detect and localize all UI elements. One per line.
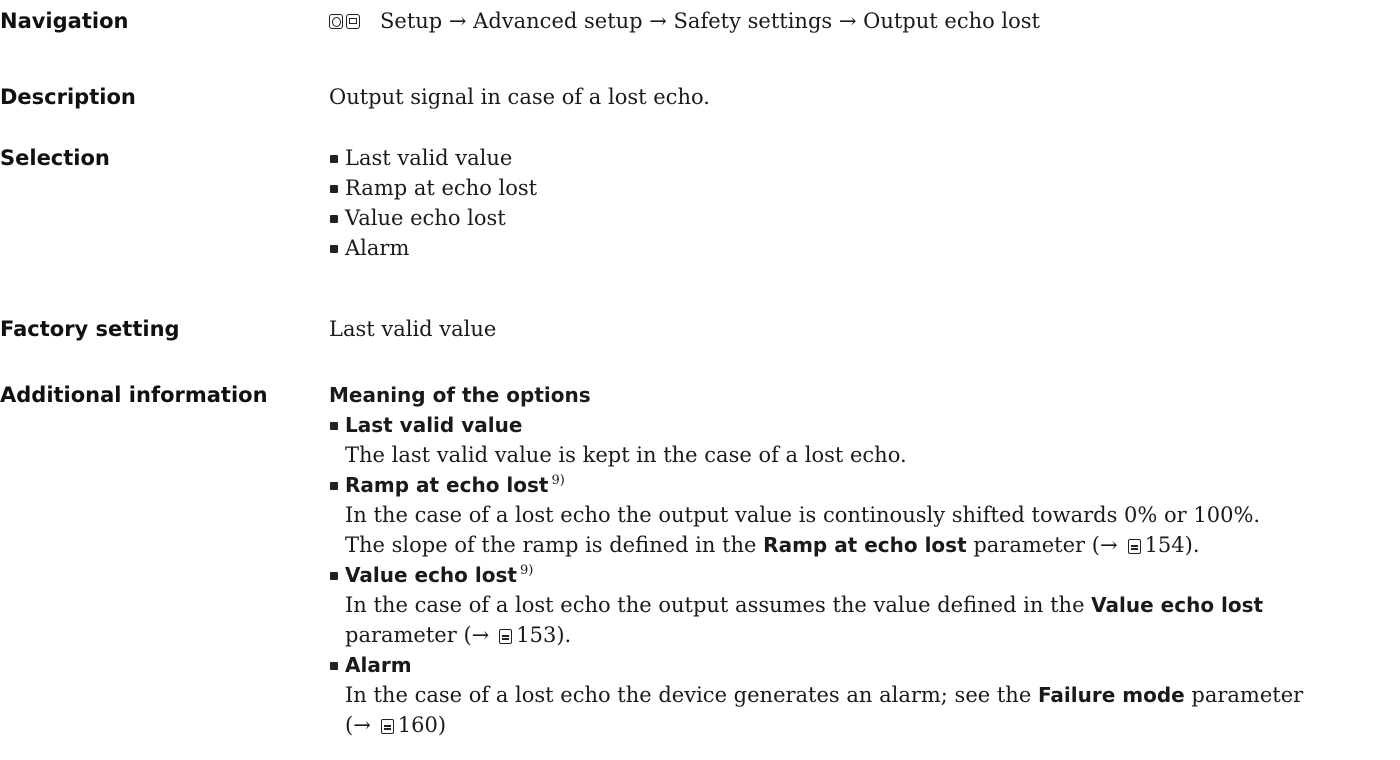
option-title: Ramp at echo lost — [345, 473, 549, 497]
selection-option: Last valid value — [329, 143, 537, 173]
description-text: Output signal in case of a lost echo. — [329, 85, 710, 109]
option-description: The last valid value is kept in the case… — [345, 443, 907, 467]
text-fragment: In the case of a lost echo the device ge… — [345, 683, 1038, 707]
option-item: Ramp at echo lost 9) In the case of a los… — [329, 470, 1379, 560]
option-description: parameter (→ 153). — [345, 620, 1379, 650]
text-fragment: (→ — [345, 713, 371, 737]
option-description: In the case of a lost echo the device ge… — [345, 680, 1379, 710]
text-fragment: In the case of a lost echo the output as… — [345, 593, 1092, 617]
operation-icon — [329, 13, 343, 29]
text-fragment: parameter (→ — [345, 623, 490, 647]
selection-option: Ramp at echo lost — [329, 173, 537, 203]
option-title: Last valid value — [345, 413, 523, 437]
additional-information-label: Additional information — [0, 383, 268, 407]
description-label: Description — [0, 85, 136, 109]
page-reference-icon — [380, 719, 394, 734]
selection-options: Last valid value Ramp at echo lost Value… — [329, 143, 537, 263]
page-reference-icon — [1127, 539, 1141, 554]
footnote-marker: 9) — [519, 563, 534, 578]
page-reference[interactable]: 160) — [398, 713, 446, 737]
text-fragment: parameter (→ — [966, 533, 1118, 557]
option-item: Value echo lost 9) In the case of a lost … — [329, 560, 1379, 650]
parameter-name: Ramp at echo lost — [763, 533, 967, 557]
navigation-path-container: Setup → Advanced setup → Safety settings… — [329, 6, 1040, 36]
navigation-label: Navigation — [0, 9, 129, 33]
option-title: Alarm — [345, 653, 412, 677]
option-item: Last valid value The last valid value is… — [329, 410, 1379, 470]
navigation-path: Setup → Advanced setup → Safety settings… — [380, 9, 1040, 33]
factory-setting-value: Last valid value — [329, 317, 497, 341]
page-reference[interactable]: 153). — [516, 623, 571, 647]
text-fragment: The slope of the ramp is defined in the — [345, 533, 764, 557]
text-fragment: parameter — [1184, 683, 1304, 707]
page-reference-icon — [499, 629, 513, 644]
parameter-name: Failure mode — [1037, 683, 1185, 707]
page-reference[interactable]: 154). — [1145, 533, 1200, 557]
selection-option: Alarm — [329, 233, 537, 263]
selection-label: Selection — [0, 146, 110, 170]
option-description: (→ 160) — [345, 710, 1379, 740]
option-description: The slope of the ramp is defined in the … — [345, 530, 1379, 560]
footnote-marker: 9) — [551, 473, 565, 488]
option-item: Alarm In the case of a lost echo the dev… — [329, 650, 1379, 740]
factory-setting-label: Factory setting — [0, 317, 180, 341]
option-description: In the case of a lost echo the output va… — [345, 503, 1261, 527]
option-description: In the case of a lost echo the output as… — [345, 590, 1379, 620]
display-icon — [346, 13, 360, 29]
options-heading: Meaning of the options — [329, 383, 591, 407]
option-title: Value echo lost — [345, 563, 517, 587]
navigation-icons — [329, 13, 360, 29]
additional-information-content: Meaning of the options Last valid value … — [329, 380, 1379, 740]
selection-option: Value echo lost — [329, 203, 537, 233]
parameter-name: Value echo lost — [1091, 593, 1264, 617]
